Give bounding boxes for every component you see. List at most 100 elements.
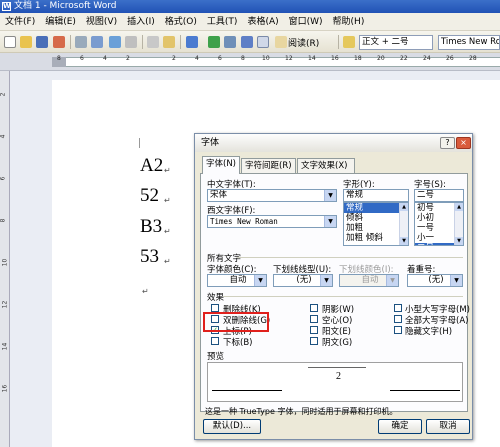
toolbar-separator: [180, 35, 181, 49]
font-color-combo[interactable]: 自动 ▼: [207, 274, 267, 287]
cancel-button[interactable]: 取消: [426, 419, 470, 434]
research-icon[interactable]: [125, 36, 137, 48]
menu-file[interactable]: 文件(F): [0, 13, 40, 30]
menu-help[interactable]: 帮助(H): [328, 13, 370, 30]
ruler-number: 28: [469, 55, 477, 62]
subscript-label[interactable]: 下标(B): [223, 336, 252, 348]
horizontal-ruler[interactable]: 8 6 4 2 2 4 6 8 10 12 14 16 18 20 22 24 …: [0, 53, 500, 71]
permission-icon[interactable]: [53, 36, 65, 48]
menu-tools[interactable]: 工具(T): [202, 13, 243, 30]
ruler-number: 12: [1, 300, 9, 309]
font-style-list[interactable]: 常规 倾斜 加粗 加粗 倾斜 ▲ ▼: [343, 202, 409, 246]
group-divider: [237, 257, 463, 258]
zoom-icon[interactable]: [241, 36, 253, 48]
help-icon[interactable]: [257, 36, 269, 48]
dialog-title: 字体: [201, 138, 220, 148]
paragraph-mark: ↵: [164, 166, 171, 175]
engrave-label[interactable]: 阴文(G): [322, 336, 352, 348]
print-icon[interactable]: [75, 36, 87, 48]
preview-group-label: 预览: [207, 352, 225, 362]
all-caps-checkbox[interactable]: [394, 315, 402, 323]
preview-baseline: [390, 390, 460, 391]
default-button[interactable]: 默认(D)...: [203, 419, 261, 434]
open-folder-icon[interactable]: [20, 36, 32, 48]
font-combo[interactable]: Times New Ro: [438, 35, 500, 50]
hidden-text-checkbox[interactable]: [394, 326, 402, 334]
west-font-combo[interactable]: Times New Roman ▼: [207, 215, 337, 228]
style-combo[interactable]: 正文 + 二号: [359, 35, 433, 50]
document-line[interactable]: B3: [140, 217, 162, 237]
superscript-highlight-box: [203, 312, 269, 332]
engrave-checkbox[interactable]: [310, 337, 318, 345]
read-icon[interactable]: [275, 36, 287, 48]
word-app-icon: W: [2, 2, 11, 11]
cut-icon[interactable]: [147, 36, 159, 48]
ruler-number: 20: [377, 55, 385, 62]
scrollbar[interactable]: ▲ ▼: [399, 203, 408, 245]
ok-button[interactable]: 确定: [378, 419, 422, 434]
tab-text-effects[interactable]: 文字效果(X): [297, 158, 355, 173]
ruler-number: 14: [1, 342, 9, 351]
ruler-number: 4: [103, 55, 107, 62]
window-title: 文档 1 - Microsoft Word: [14, 1, 117, 11]
dropdown-arrow-icon[interactable]: ▼: [450, 275, 462, 286]
underline-style-value: (无): [296, 275, 312, 285]
new-document-icon[interactable]: [4, 36, 16, 48]
shadow-checkbox[interactable]: [310, 304, 318, 312]
ruler-number: 14: [308, 55, 316, 62]
tab-character-spacing[interactable]: 字符间距(R): [241, 158, 296, 173]
paste-icon[interactable]: [163, 36, 175, 48]
strikethrough-checkbox[interactable]: [211, 304, 219, 312]
vertical-ruler[interactable]: 2 4 6 8 10 12 14 16: [0, 71, 10, 447]
dropdown-arrow-icon[interactable]: ▼: [254, 275, 266, 286]
dropdown-arrow-icon[interactable]: ▼: [324, 190, 336, 201]
ruler-number: 10: [262, 55, 270, 62]
tab-font[interactable]: 字体(N): [202, 156, 240, 174]
document-line[interactable]: 53: [140, 247, 159, 267]
outline-checkbox[interactable]: [310, 315, 318, 323]
document-line[interactable]: A2: [140, 156, 163, 176]
font-size-input[interactable]: 二号: [414, 189, 464, 202]
save-icon[interactable]: [36, 36, 48, 48]
preview-baseline: [212, 390, 282, 391]
styles-pane-icon[interactable]: [343, 36, 355, 48]
dialog-help-button[interactable]: ?: [440, 137, 455, 149]
tables-icon[interactable]: [224, 36, 236, 48]
read-button-label[interactable]: 阅读(R): [288, 36, 319, 49]
hidden-text-label[interactable]: 隐藏文字(H): [405, 325, 452, 337]
subscript-checkbox[interactable]: [211, 337, 219, 345]
emboss-checkbox[interactable]: [310, 326, 318, 334]
ruler-number: 24: [423, 55, 431, 62]
paragraph-mark: ↵: [142, 287, 149, 296]
menu-window[interactable]: 窗口(W): [284, 13, 328, 30]
dropdown-arrow-icon[interactable]: ▼: [320, 275, 332, 286]
dialog-close-button[interactable]: ×: [456, 137, 471, 149]
menu-view[interactable]: 视图(V): [81, 13, 122, 30]
document-line[interactable]: 52: [140, 186, 159, 206]
cn-font-combo[interactable]: 宋体 ▼: [207, 189, 337, 202]
ruler-number: 8: [0, 218, 7, 223]
ruler-number: 26: [446, 55, 454, 62]
ruler-number: 8: [241, 55, 245, 62]
dropdown-arrow-icon[interactable]: ▼: [324, 216, 336, 227]
small-caps-checkbox[interactable]: [394, 304, 402, 312]
scrollbar[interactable]: ▲ ▼: [454, 203, 463, 245]
print-preview-icon[interactable]: [91, 36, 103, 48]
menu-format[interactable]: 格式(O): [160, 13, 202, 30]
underline-color-combo: 自动 ▼: [339, 274, 399, 287]
dialog-title-bar[interactable]: 字体: [195, 134, 472, 152]
menu-insert[interactable]: 插入(I): [122, 13, 160, 30]
hyperlink-icon[interactable]: [208, 36, 220, 48]
emphasis-combo[interactable]: (无) ▼: [407, 274, 463, 287]
font-dialog: 字体 ? × 字体(N) 字符间距(R) 文字效果(X) 中文字体(T): 宋体…: [194, 133, 473, 440]
font-style-input[interactable]: 常规: [343, 189, 409, 202]
ruler-number: 12: [285, 55, 293, 62]
underline-style-combo[interactable]: (无) ▼: [273, 274, 333, 287]
ruler-number: 22: [400, 55, 408, 62]
menu-edit[interactable]: 编辑(E): [40, 13, 81, 30]
menu-table[interactable]: 表格(A): [242, 13, 283, 30]
spelling-icon[interactable]: [109, 36, 121, 48]
undo-icon[interactable]: [186, 36, 198, 48]
standard-toolbar: 阅读(R) 正文 + 二号 Times New Ro: [0, 31, 500, 53]
font-size-list[interactable]: 初号 小初 一号 小一 二号 ▲▼: [414, 202, 464, 246]
